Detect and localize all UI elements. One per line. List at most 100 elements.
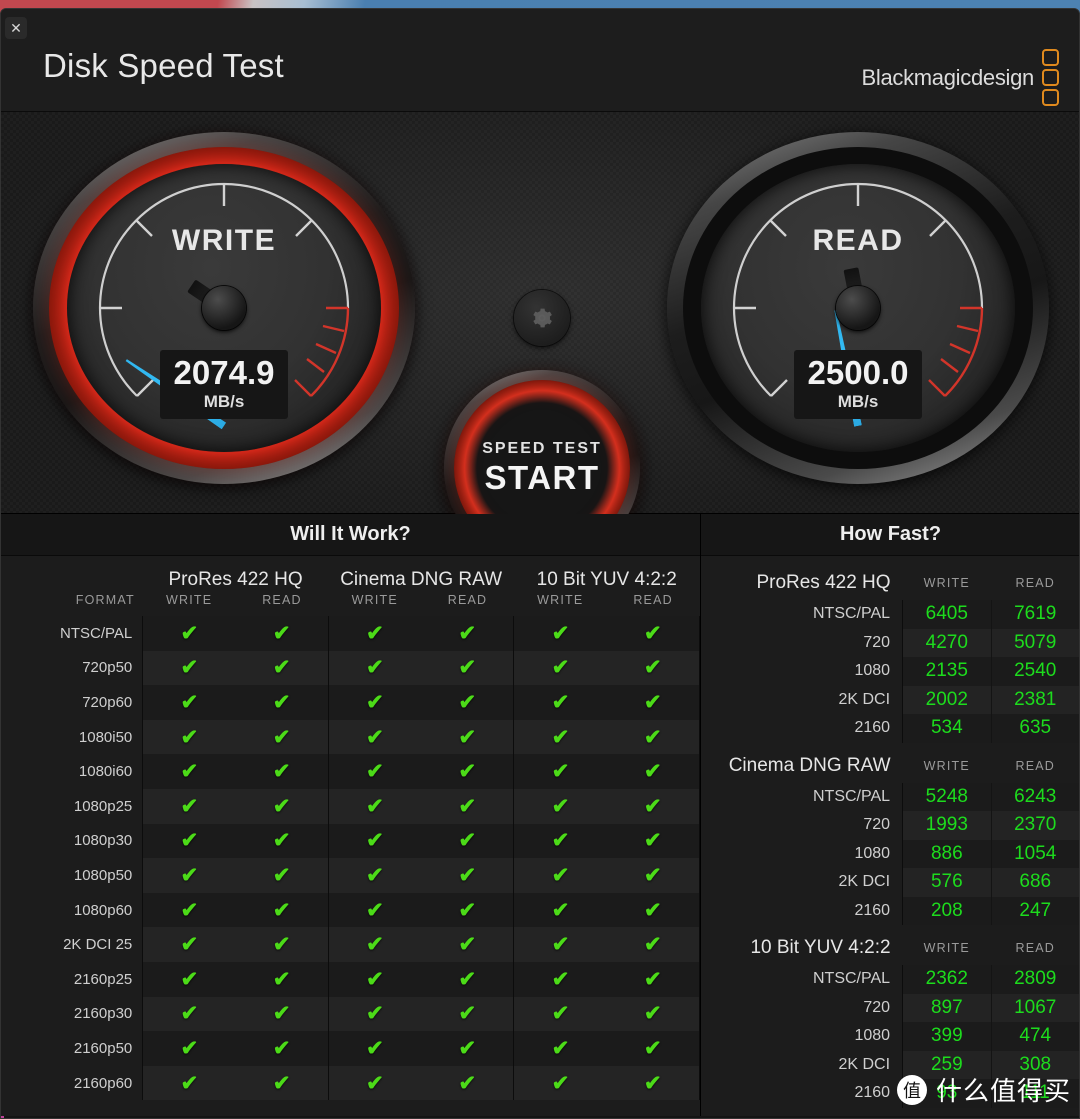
compat-cell: ✔	[513, 685, 607, 720]
table-row: 2160p25 ✔ ✔ ✔ ✔ ✔ ✔	[1, 961, 700, 997]
group-header-row: ProRes 422 HQ Cinema DNG RAW 10 Bit YUV …	[1, 556, 700, 593]
checkmark-icon: ✔	[180, 898, 199, 922]
format-label: 1080p25	[73, 797, 133, 815]
brand-name: Blackmagicdesign	[861, 64, 1034, 90]
group-header-1: Cinema DNG RAW	[340, 569, 503, 590]
checkmark-icon: ✔	[180, 829, 199, 853]
compat-cell: ✔	[327, 1065, 422, 1101]
checkmark-icon: ✔	[551, 621, 570, 645]
compat-cell: ✔	[421, 823, 514, 859]
compat-cell: ✔	[142, 927, 236, 962]
table-row: 1080p60 ✔ ✔ ✔ ✔ ✔ ✔	[1, 892, 700, 928]
compat-cell: ✔	[513, 650, 607, 686]
checkmark-icon: ✔	[644, 1036, 662, 1060]
format-label: 1080p60	[73, 901, 133, 919]
checkmark-icon: ✔	[180, 690, 199, 714]
read-speed-value: 2370	[990, 811, 1079, 840]
write-readout: 2074.9 MB/s	[160, 350, 288, 419]
checkmark-icon: ✔	[272, 1036, 291, 1060]
compat-cell: ✔	[421, 961, 514, 997]
compat-cell: ✔	[327, 961, 422, 997]
checkmark-icon: ✔	[272, 1002, 291, 1026]
compat-cell: ✔	[421, 996, 514, 1032]
checkmark-icon: ✔	[458, 760, 477, 784]
section-sub-header-read: READ	[1015, 941, 1056, 955]
read-speed-value: 7619	[990, 600, 1079, 629]
compat-cell: ✔	[421, 1031, 514, 1066]
checkmark-icon: ✔	[366, 933, 384, 957]
format-label: 1080p30	[73, 832, 133, 850]
checkmark-icon: ✔	[458, 794, 477, 818]
compat-cell: ✔	[235, 1031, 329, 1066]
checkmark-icon: ✔	[644, 829, 662, 853]
resolution-label: 1080	[854, 662, 891, 680]
compat-cell: ✔	[606, 754, 700, 789]
compat-cell: ✔	[606, 788, 700, 824]
checkmark-icon: ✔	[644, 656, 662, 680]
compat-cell: ✔	[327, 892, 422, 928]
write-gauge-label: WRITE	[171, 224, 277, 257]
checkmark-icon: ✔	[272, 656, 291, 680]
format-label: 2160p25	[73, 970, 133, 988]
settings-button[interactable]	[514, 290, 570, 346]
compat-cell: ✔	[235, 961, 329, 997]
format-label: 2K DCI 25	[63, 936, 133, 954]
read-speed-value: 2809	[990, 965, 1079, 994]
read-gauge-label: READ	[812, 224, 904, 257]
checkmark-icon: ✔	[366, 760, 384, 784]
compat-cell: ✔	[421, 1065, 514, 1101]
format-label: 2160p50	[73, 1039, 133, 1057]
table-row: 2K DCI 2002 2381	[701, 685, 1079, 714]
write-speed-gauge: WRITE 2074.9 MB/s	[33, 132, 415, 484]
compat-cell: ✔	[235, 823, 329, 859]
write-speed-value: 399	[902, 1022, 992, 1051]
table-row: 1080i50 ✔ ✔ ✔ ✔ ✔ ✔	[1, 719, 700, 755]
checkmark-icon: ✔	[644, 760, 662, 784]
checkmark-icon: ✔	[272, 967, 291, 991]
resolution-label: 720	[863, 633, 891, 651]
write-speed-value: 259	[902, 1050, 992, 1079]
table-row: 720 897 1067	[701, 993, 1079, 1022]
checkmark-icon: ✔	[366, 1036, 384, 1060]
compat-cell: ✔	[513, 858, 607, 893]
write-speed-value: 4270	[902, 628, 992, 657]
compat-cell: ✔	[513, 1031, 607, 1066]
will-it-work-table: ProRes 422 HQ Cinema DNG RAW 10 Bit YUV …	[1, 556, 700, 1101]
compat-cell: ✔	[327, 823, 422, 859]
compat-cell: ✔	[513, 754, 607, 789]
compat-cell: ✔	[606, 858, 700, 893]
close-button[interactable]: ✕	[5, 17, 27, 39]
compat-cell: ✔	[421, 892, 514, 928]
read-speed-gauge: READ 2500.0 MB/s	[667, 132, 1049, 484]
write-speed-value: 208	[902, 896, 992, 925]
read-unit: MB/s	[837, 392, 879, 411]
compat-cell: ✔	[606, 1031, 700, 1066]
checkmark-icon: ✔	[272, 863, 291, 887]
compat-cell: ✔	[606, 616, 700, 651]
compat-cell: ✔	[327, 996, 422, 1032]
checkmark-icon: ✔	[458, 1071, 477, 1095]
compat-cell: ✔	[513, 719, 607, 755]
compat-cell: ✔	[327, 754, 422, 789]
compat-cell: ✔	[142, 616, 236, 651]
checkmark-icon: ✔	[366, 898, 384, 922]
checkmark-icon: ✔	[366, 725, 384, 749]
table-row: NTSC/PAL 2362 2809	[701, 965, 1079, 994]
compat-cell: ✔	[142, 788, 236, 824]
checkmark-icon: ✔	[551, 1036, 570, 1060]
checkmark-icon: ✔	[366, 1002, 384, 1026]
table-row: 1080p25 ✔ ✔ ✔ ✔ ✔ ✔	[1, 788, 700, 824]
checkmark-icon: ✔	[366, 656, 384, 680]
compat-cell: ✔	[235, 616, 329, 651]
checkmark-icon: ✔	[366, 690, 384, 714]
checkmark-icon: ✔	[180, 725, 199, 749]
checkmark-icon: ✔	[272, 829, 291, 853]
checkmark-icon: ✔	[366, 829, 384, 853]
compat-cell: ✔	[235, 1065, 329, 1101]
checkmark-icon: ✔	[551, 690, 570, 714]
sub-header-0-write: WRITE	[166, 593, 213, 607]
format-label: 2160p30	[73, 1005, 133, 1023]
write-unit: MB/s	[203, 392, 245, 411]
checkmark-icon: ✔	[644, 794, 662, 818]
write-needle-hub	[202, 286, 246, 330]
